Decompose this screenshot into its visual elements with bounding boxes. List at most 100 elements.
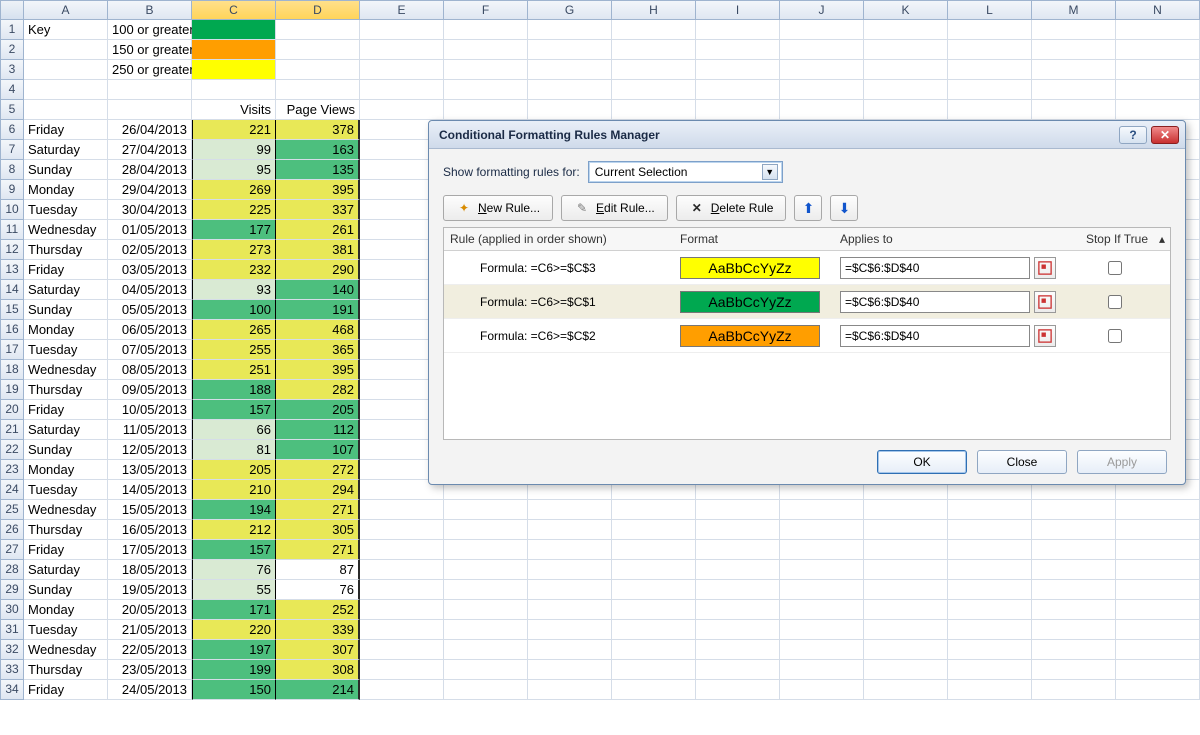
- cell-blank[interactable]: [864, 680, 948, 700]
- cell-blank[interactable]: [360, 100, 444, 120]
- cell-pageviews[interactable]: 307: [276, 640, 360, 660]
- cell-day[interactable]: Monday: [24, 600, 108, 620]
- cell-pageviews[interactable]: 261: [276, 220, 360, 240]
- cell-date[interactable]: 06/05/2013: [108, 320, 192, 340]
- cell-blank[interactable]: [1032, 640, 1116, 660]
- cell-date[interactable]: 24/05/2013: [108, 680, 192, 700]
- row-header-14[interactable]: 14: [0, 280, 24, 300]
- cell-pageviews[interactable]: 252: [276, 600, 360, 620]
- cell-date[interactable]: 28/04/2013: [108, 160, 192, 180]
- cell-date[interactable]: 29/04/2013: [108, 180, 192, 200]
- range-picker-button[interactable]: [1034, 291, 1056, 313]
- cell-date[interactable]: 01/05/2013: [108, 220, 192, 240]
- cell-blank[interactable]: [696, 500, 780, 520]
- cell-blank[interactable]: [108, 100, 192, 120]
- cell-day[interactable]: Wednesday: [24, 640, 108, 660]
- cell-blank[interactable]: [1032, 40, 1116, 60]
- cell-blank[interactable]: [780, 500, 864, 520]
- cell-blank[interactable]: [612, 580, 696, 600]
- cell-blank[interactable]: [444, 100, 528, 120]
- cell-blank[interactable]: [444, 500, 528, 520]
- cell-blank[interactable]: [1032, 560, 1116, 580]
- cell-blank[interactable]: [948, 680, 1032, 700]
- cell-day[interactable]: Sunday: [24, 580, 108, 600]
- cell-blank[interactable]: [1032, 80, 1116, 100]
- cell-visits[interactable]: 157: [192, 400, 276, 420]
- cell-blank[interactable]: [360, 560, 444, 580]
- applies-to-input[interactable]: [840, 291, 1030, 313]
- cell-key-label[interactable]: [24, 60, 108, 80]
- cell-blank[interactable]: [780, 560, 864, 580]
- cell-blank[interactable]: [696, 60, 780, 80]
- cell-blank[interactable]: [1116, 80, 1200, 100]
- cell-pageviews[interactable]: 395: [276, 360, 360, 380]
- show-rules-for-select[interactable]: Current Selection ▼: [588, 161, 783, 183]
- cell-visits[interactable]: 100: [192, 300, 276, 320]
- cell-blank[interactable]: [780, 100, 864, 120]
- cell-blank[interactable]: [1116, 100, 1200, 120]
- cell-pageviews[interactable]: 365: [276, 340, 360, 360]
- cell-blank[interactable]: [780, 600, 864, 620]
- cell-blank[interactable]: [360, 80, 444, 100]
- column-header-G[interactable]: G: [528, 0, 612, 20]
- cell-blank[interactable]: [864, 80, 948, 100]
- help-button[interactable]: ?: [1119, 126, 1147, 144]
- cell-blank[interactable]: [444, 20, 528, 40]
- cell-pageviews[interactable]: 76: [276, 580, 360, 600]
- cell-blank[interactable]: [780, 60, 864, 80]
- cell-pageviews[interactable]: 214: [276, 680, 360, 700]
- cell-blank[interactable]: [864, 560, 948, 580]
- column-header-H[interactable]: H: [612, 0, 696, 20]
- cell-blank[interactable]: [780, 640, 864, 660]
- cell-blank[interactable]: [780, 580, 864, 600]
- cell-blank[interactable]: [696, 660, 780, 680]
- column-header-F[interactable]: F: [444, 0, 528, 20]
- cell-visits[interactable]: 255: [192, 340, 276, 360]
- ok-button[interactable]: OK: [877, 450, 967, 474]
- cell-blank[interactable]: [1116, 560, 1200, 580]
- cell-blank[interactable]: [276, 80, 360, 100]
- cell-blank[interactable]: [780, 660, 864, 680]
- cell-visits[interactable]: 66: [192, 420, 276, 440]
- cell-day[interactable]: Monday: [24, 320, 108, 340]
- stop-if-true-checkbox[interactable]: [1108, 329, 1122, 343]
- cell-pageviews[interactable]: 112: [276, 420, 360, 440]
- cell-key-desc[interactable]: 100 or greater: [108, 20, 192, 40]
- row-header-2[interactable]: 2: [0, 40, 24, 60]
- header-pageviews[interactable]: Page Views: [276, 100, 360, 120]
- cell-blank[interactable]: [864, 620, 948, 640]
- row-header-4[interactable]: 4: [0, 80, 24, 100]
- cell-date[interactable]: 10/05/2013: [108, 400, 192, 420]
- cell-blank[interactable]: [864, 40, 948, 60]
- close-button[interactable]: ✕: [1151, 126, 1179, 144]
- row-header-11[interactable]: 11: [0, 220, 24, 240]
- cell-day[interactable]: Thursday: [24, 660, 108, 680]
- cell-visits[interactable]: 177: [192, 220, 276, 240]
- cell-blank[interactable]: [444, 40, 528, 60]
- cell-date[interactable]: 27/04/2013: [108, 140, 192, 160]
- row-header-24[interactable]: 24: [0, 480, 24, 500]
- cell-date[interactable]: 21/05/2013: [108, 620, 192, 640]
- cell-blank[interactable]: [948, 500, 1032, 520]
- cell-day[interactable]: Wednesday: [24, 500, 108, 520]
- cell-blank[interactable]: [864, 60, 948, 80]
- cell-date[interactable]: 08/05/2013: [108, 360, 192, 380]
- cell-blank[interactable]: [360, 640, 444, 660]
- cell-day[interactable]: Thursday: [24, 520, 108, 540]
- cell-blank[interactable]: [696, 100, 780, 120]
- cell-date[interactable]: 14/05/2013: [108, 480, 192, 500]
- cell-date[interactable]: 05/05/2013: [108, 300, 192, 320]
- cell-blank[interactable]: [948, 540, 1032, 560]
- cell-pageviews[interactable]: 271: [276, 500, 360, 520]
- cell-blank[interactable]: [528, 660, 612, 680]
- cell-visits[interactable]: 76: [192, 560, 276, 580]
- cell-blank[interactable]: [612, 100, 696, 120]
- cell-blank[interactable]: [1032, 500, 1116, 520]
- cell-blank[interactable]: [612, 560, 696, 580]
- cell-blank[interactable]: [864, 600, 948, 620]
- row-header-34[interactable]: 34: [0, 680, 24, 700]
- header-visits[interactable]: Visits: [192, 100, 276, 120]
- cell-blank[interactable]: [864, 660, 948, 680]
- row-header-7[interactable]: 7: [0, 140, 24, 160]
- cell-pageviews[interactable]: 191: [276, 300, 360, 320]
